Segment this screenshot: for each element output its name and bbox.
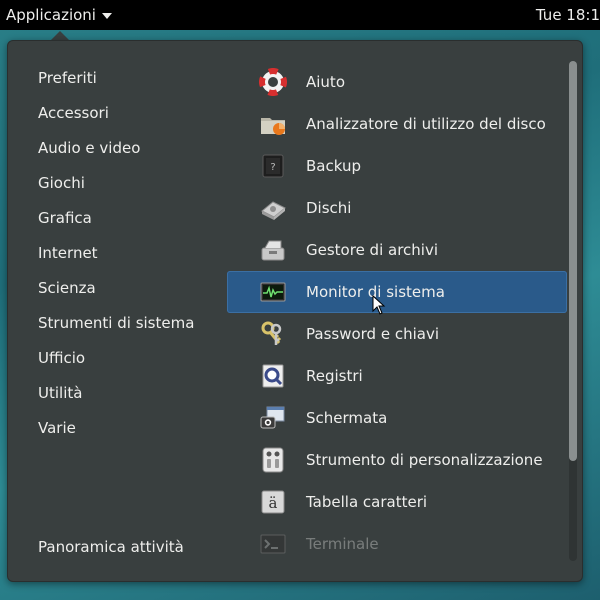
- app-item-password-chiavi[interactable]: Password e chiavi: [227, 313, 567, 355]
- app-item-monitor-di-sistema[interactable]: Monitor di sistema: [227, 271, 567, 313]
- category-item[interactable]: Internet: [38, 236, 238, 271]
- application-list: Aiuto Analizzatore di utilizzo del disco…: [227, 61, 567, 565]
- category-item[interactable]: Scienza: [38, 271, 238, 306]
- screenshot-icon: [259, 404, 287, 432]
- category-item[interactable]: Accessori: [38, 96, 238, 131]
- app-label: Gestore di archivi: [306, 241, 439, 259]
- lifebuoy-icon: [259, 68, 287, 96]
- clock[interactable]: Tue 18:1: [536, 0, 600, 30]
- app-label: Password e chiavi: [306, 325, 439, 343]
- mouse-pointer-icon: [372, 295, 386, 315]
- logs-icon: [259, 362, 287, 390]
- app-label: Terminale: [306, 535, 379, 553]
- app-label: Schermata: [306, 409, 388, 427]
- app-item-registri[interactable]: Registri: [227, 355, 567, 397]
- disk-usage-icon: [259, 110, 287, 138]
- app-item-aiuto[interactable]: Aiuto: [227, 61, 567, 103]
- category-item[interactable]: Preferiti: [38, 61, 238, 96]
- terminal-icon: [259, 530, 287, 558]
- app-item-strumento-personalizzazione[interactable]: Strumento di personalizzazione: [227, 439, 567, 481]
- category-item[interactable]: Ufficio: [38, 341, 238, 376]
- app-label: Dischi: [306, 199, 352, 217]
- menu-pointer-arrow: [51, 31, 69, 40]
- app-label: Backup: [306, 157, 361, 175]
- applications-menu-panel: Preferiti Accessori Audio e video Giochi…: [7, 40, 583, 582]
- applications-menu-label: Applicazioni: [6, 6, 96, 24]
- app-label: Strumento di personalizzazione: [306, 451, 543, 469]
- chevron-down-icon: [101, 13, 112, 19]
- safe-icon: ?: [259, 152, 287, 180]
- app-item-gestore-archivi[interactable]: Gestore di archivi: [227, 229, 567, 271]
- app-item-dischi[interactable]: Dischi: [227, 187, 567, 229]
- category-item[interactable]: Giochi: [38, 166, 238, 201]
- character-map-icon: ä: [259, 488, 287, 516]
- app-label: Analizzatore di utilizzo del disco: [306, 115, 546, 133]
- category-list: Preferiti Accessori Audio e video Giochi…: [38, 61, 238, 446]
- category-item[interactable]: Utilità: [38, 376, 238, 411]
- category-item[interactable]: Strumenti di sistema: [38, 306, 238, 341]
- applications-menu-button[interactable]: Applicazioni: [6, 0, 112, 30]
- app-label: Tabella caratteri: [306, 493, 428, 511]
- app-item-backup[interactable]: ? Backup: [227, 145, 567, 187]
- archive-icon: [259, 236, 287, 264]
- category-item[interactable]: Audio e video: [38, 131, 238, 166]
- scrollbar-thumb[interactable]: [569, 61, 577, 461]
- app-label: Registri: [306, 367, 363, 385]
- category-item[interactable]: Varie: [38, 411, 238, 446]
- app-label: Aiuto: [306, 73, 345, 91]
- app-item-terminale[interactable]: Terminale: [227, 523, 567, 565]
- category-item[interactable]: Grafica: [38, 201, 238, 236]
- tweak-tool-icon: [259, 446, 287, 474]
- svg-text:ä: ä: [269, 494, 278, 512]
- svg-text:?: ?: [270, 162, 275, 173]
- top-bar: Applicazioni Tue 18:1: [0, 0, 600, 30]
- app-item-analizzatore[interactable]: Analizzatore di utilizzo del disco: [227, 103, 567, 145]
- app-item-tabella-caratteri[interactable]: ä Tabella caratteri: [227, 481, 567, 523]
- system-monitor-icon: [259, 278, 287, 306]
- app-item-schermata[interactable]: Schermata: [227, 397, 567, 439]
- disks-icon: [259, 194, 287, 222]
- keys-icon: [259, 320, 287, 348]
- activities-overview-link[interactable]: Panoramica attività: [38, 532, 184, 562]
- scrollbar[interactable]: [569, 61, 577, 561]
